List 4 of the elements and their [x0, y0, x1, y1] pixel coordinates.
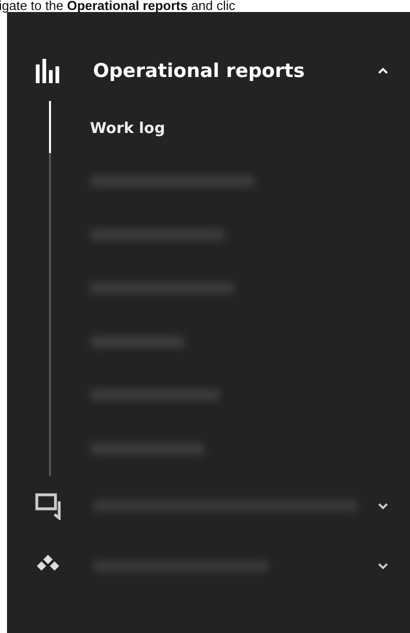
nav-link[interactable]: Work log: [90, 116, 166, 139]
chat-icon: [33, 492, 63, 520]
instruction-text: igate to the Operational reports and clic: [0, 0, 236, 12]
section-title: Operational reports: [93, 58, 305, 84]
